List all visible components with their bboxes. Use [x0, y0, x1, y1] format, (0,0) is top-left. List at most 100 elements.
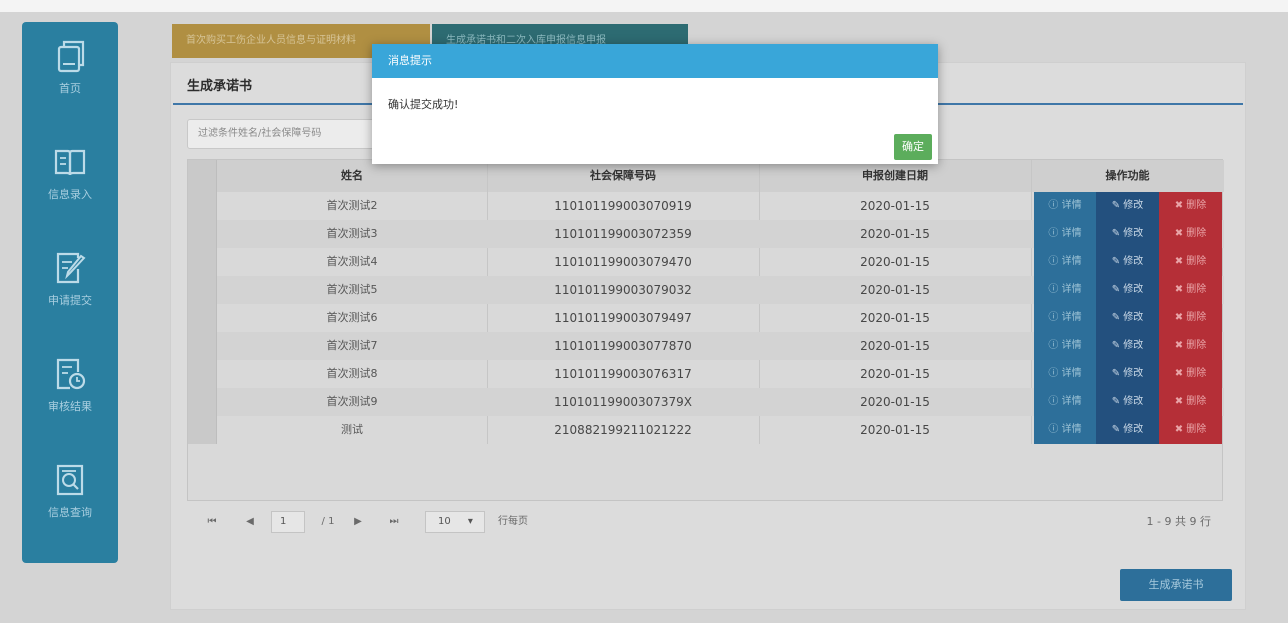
- table-row[interactable]: 首次测试8 110101199003076317 2020-01-15 ⓘ 详情…: [217, 360, 1224, 388]
- sidebar-item-info-query[interactable]: 信息查询: [22, 446, 118, 546]
- chevron-down-icon: ▾: [467, 516, 473, 527]
- detail-button[interactable]: ⓘ 详情: [1034, 388, 1096, 416]
- edit-label: 修改: [1123, 340, 1144, 351]
- table-row[interactable]: 首次测试5 110101199003079032 2020-01-15 ⓘ 详情…: [217, 276, 1224, 304]
- edit-button[interactable]: ✎ 修改: [1096, 332, 1159, 360]
- last-page-button[interactable]: ⏭: [383, 511, 405, 533]
- cell-id: 110101199003070919: [554, 199, 692, 213]
- page-number-input[interactable]: 1: [271, 511, 305, 533]
- edit-button[interactable]: ✎ 修改: [1096, 304, 1159, 332]
- sidebar-item-label: 申请提交: [48, 294, 92, 307]
- delete-label: 删除: [1186, 396, 1207, 407]
- table-row[interactable]: 首次测试7 110101199003077870 2020-01-15 ⓘ 详情…: [217, 332, 1224, 360]
- cell-name: 首次测试6: [326, 311, 378, 324]
- edit-label: 修改: [1123, 256, 1144, 267]
- delete-button[interactable]: ✖ 删除: [1159, 360, 1222, 388]
- cell-id: 210882199211021222: [554, 423, 692, 437]
- delete-button[interactable]: ✖ 删除: [1159, 276, 1222, 304]
- detail-button[interactable]: ⓘ 详情: [1034, 304, 1096, 332]
- cell-id: 110101199003079470: [554, 255, 692, 269]
- pagination-bar: ⏮ ◀ 1 / 1 ▶ ⏭ 10 ▾ 行每页 1 - 9 共 9 行: [187, 503, 1223, 541]
- cell-name: 测试: [341, 423, 363, 436]
- edit-button[interactable]: ✎ 修改: [1096, 192, 1159, 220]
- edit-button[interactable]: ✎ 修改: [1096, 416, 1159, 444]
- copy-pages-icon: [50, 36, 90, 76]
- edit-button[interactable]: ✎ 修改: [1096, 360, 1159, 388]
- delete-button[interactable]: ✖ 删除: [1159, 416, 1222, 444]
- open-book-icon: [50, 142, 90, 182]
- page-size-select[interactable]: 10 ▾: [425, 511, 485, 533]
- cell-date: 2020-01-15: [860, 423, 930, 437]
- detail-button[interactable]: ⓘ 详情: [1034, 332, 1096, 360]
- header-name[interactable]: 姓名: [217, 160, 487, 192]
- sidebar-item-label: 信息查询: [48, 506, 92, 519]
- delete-label: 删除: [1186, 228, 1207, 239]
- header-actions: 操作功能: [1105, 169, 1150, 182]
- delete-label: 删除: [1186, 368, 1207, 379]
- delete-button[interactable]: ✖ 删除: [1159, 192, 1222, 220]
- detail-button[interactable]: ⓘ 详情: [1034, 416, 1096, 444]
- pagination-summary: 1 - 9 共 9 行: [1146, 515, 1211, 528]
- table-row[interactable]: 首次测试2 110101199003070919 2020-01-15 ⓘ 详情…: [217, 192, 1224, 220]
- cell-name: 首次测试7: [326, 339, 378, 352]
- generate-commitment-button[interactable]: 生成承诺书: [1120, 569, 1232, 601]
- detail-button[interactable]: ⓘ 详情: [1034, 360, 1096, 388]
- edit-label: 修改: [1123, 228, 1144, 239]
- cell-date: 2020-01-15: [860, 227, 930, 241]
- edit-label: 修改: [1123, 200, 1144, 211]
- delete-button[interactable]: ✖ 删除: [1159, 304, 1222, 332]
- sidebar-item-label: 首页: [59, 82, 81, 95]
- cell-id: 110101199003079497: [554, 311, 692, 325]
- delete-button[interactable]: ✖ 删除: [1159, 248, 1222, 276]
- message-dialog: 消息提示 确认提交成功! 确定: [372, 44, 938, 164]
- table-row[interactable]: 测试 210882199211021222 2020-01-15 ⓘ 详情 ✎ …: [217, 416, 1224, 444]
- cell-name: 首次测试9: [326, 395, 378, 408]
- header-create-date[interactable]: 申报创建日期: [759, 160, 1031, 192]
- delete-label: 删除: [1186, 200, 1207, 211]
- ok-button[interactable]: 确定: [894, 134, 932, 160]
- table-row[interactable]: 首次测试4 110101199003079470 2020-01-15 ⓘ 详情…: [217, 248, 1224, 276]
- edit-label: 修改: [1123, 284, 1144, 295]
- cell-name: 首次测试3: [326, 227, 378, 240]
- edit-button[interactable]: ✎ 修改: [1096, 220, 1159, 248]
- document-search-icon: [50, 460, 90, 500]
- detail-label: 详情: [1061, 396, 1082, 407]
- table-header: 姓名 社会保障号码 申报创建日期 操作功能: [188, 160, 1224, 192]
- document-clock-icon: [50, 354, 90, 394]
- prev-page-button[interactable]: ◀: [239, 511, 261, 533]
- detail-button[interactable]: ⓘ 详情: [1034, 192, 1096, 220]
- edit-button[interactable]: ✎ 修改: [1096, 248, 1159, 276]
- header-social-security-id[interactable]: 社会保障号码: [487, 160, 759, 192]
- page-total-label: / 1: [321, 516, 335, 527]
- sidebar-item-apply-submit[interactable]: 申请提交: [22, 234, 118, 334]
- next-page-button[interactable]: ▶: [347, 511, 369, 533]
- sidebar-item-review-result[interactable]: 审核结果: [22, 340, 118, 440]
- edit-button[interactable]: ✎ 修改: [1096, 388, 1159, 416]
- table-row[interactable]: 首次测试6 110101199003079497 2020-01-15 ⓘ 详情…: [217, 304, 1224, 332]
- detail-label: 详情: [1061, 284, 1082, 295]
- row-number-column: [188, 160, 217, 444]
- cell-id: 110101199003076317: [554, 367, 692, 381]
- table-row[interactable]: 首次测试9 11010119900307379X 2020-01-15 ⓘ 详情…: [217, 388, 1224, 416]
- delete-button[interactable]: ✖ 删除: [1159, 388, 1222, 416]
- first-page-button[interactable]: ⏮: [201, 511, 223, 533]
- detail-label: 详情: [1061, 368, 1082, 379]
- cell-date: 2020-01-15: [860, 367, 930, 381]
- sidebar-item-home[interactable]: 首页: [22, 22, 118, 122]
- table-row[interactable]: 首次测试3 110101199003072359 2020-01-15 ⓘ 详情…: [217, 220, 1224, 248]
- cell-id: 110101199003072359: [554, 227, 692, 241]
- cell-id: 110101199003079032: [554, 283, 692, 297]
- edit-document-icon: [50, 248, 90, 288]
- delete-button[interactable]: ✖ 删除: [1159, 220, 1222, 248]
- cell-date: 2020-01-15: [860, 339, 930, 353]
- cell-name: 首次测试2: [326, 199, 378, 212]
- sidebar-item-info-entry[interactable]: 信息录入: [22, 128, 118, 228]
- dialog-title: 消息提示: [372, 44, 938, 78]
- detail-button[interactable]: ⓘ 详情: [1034, 220, 1096, 248]
- delete-button[interactable]: ✖ 删除: [1159, 332, 1222, 360]
- edit-button[interactable]: ✎ 修改: [1096, 276, 1159, 304]
- cell-name: 首次测试5: [326, 283, 378, 296]
- edit-label: 修改: [1123, 424, 1144, 435]
- detail-button[interactable]: ⓘ 详情: [1034, 276, 1096, 304]
- detail-button[interactable]: ⓘ 详情: [1034, 248, 1096, 276]
